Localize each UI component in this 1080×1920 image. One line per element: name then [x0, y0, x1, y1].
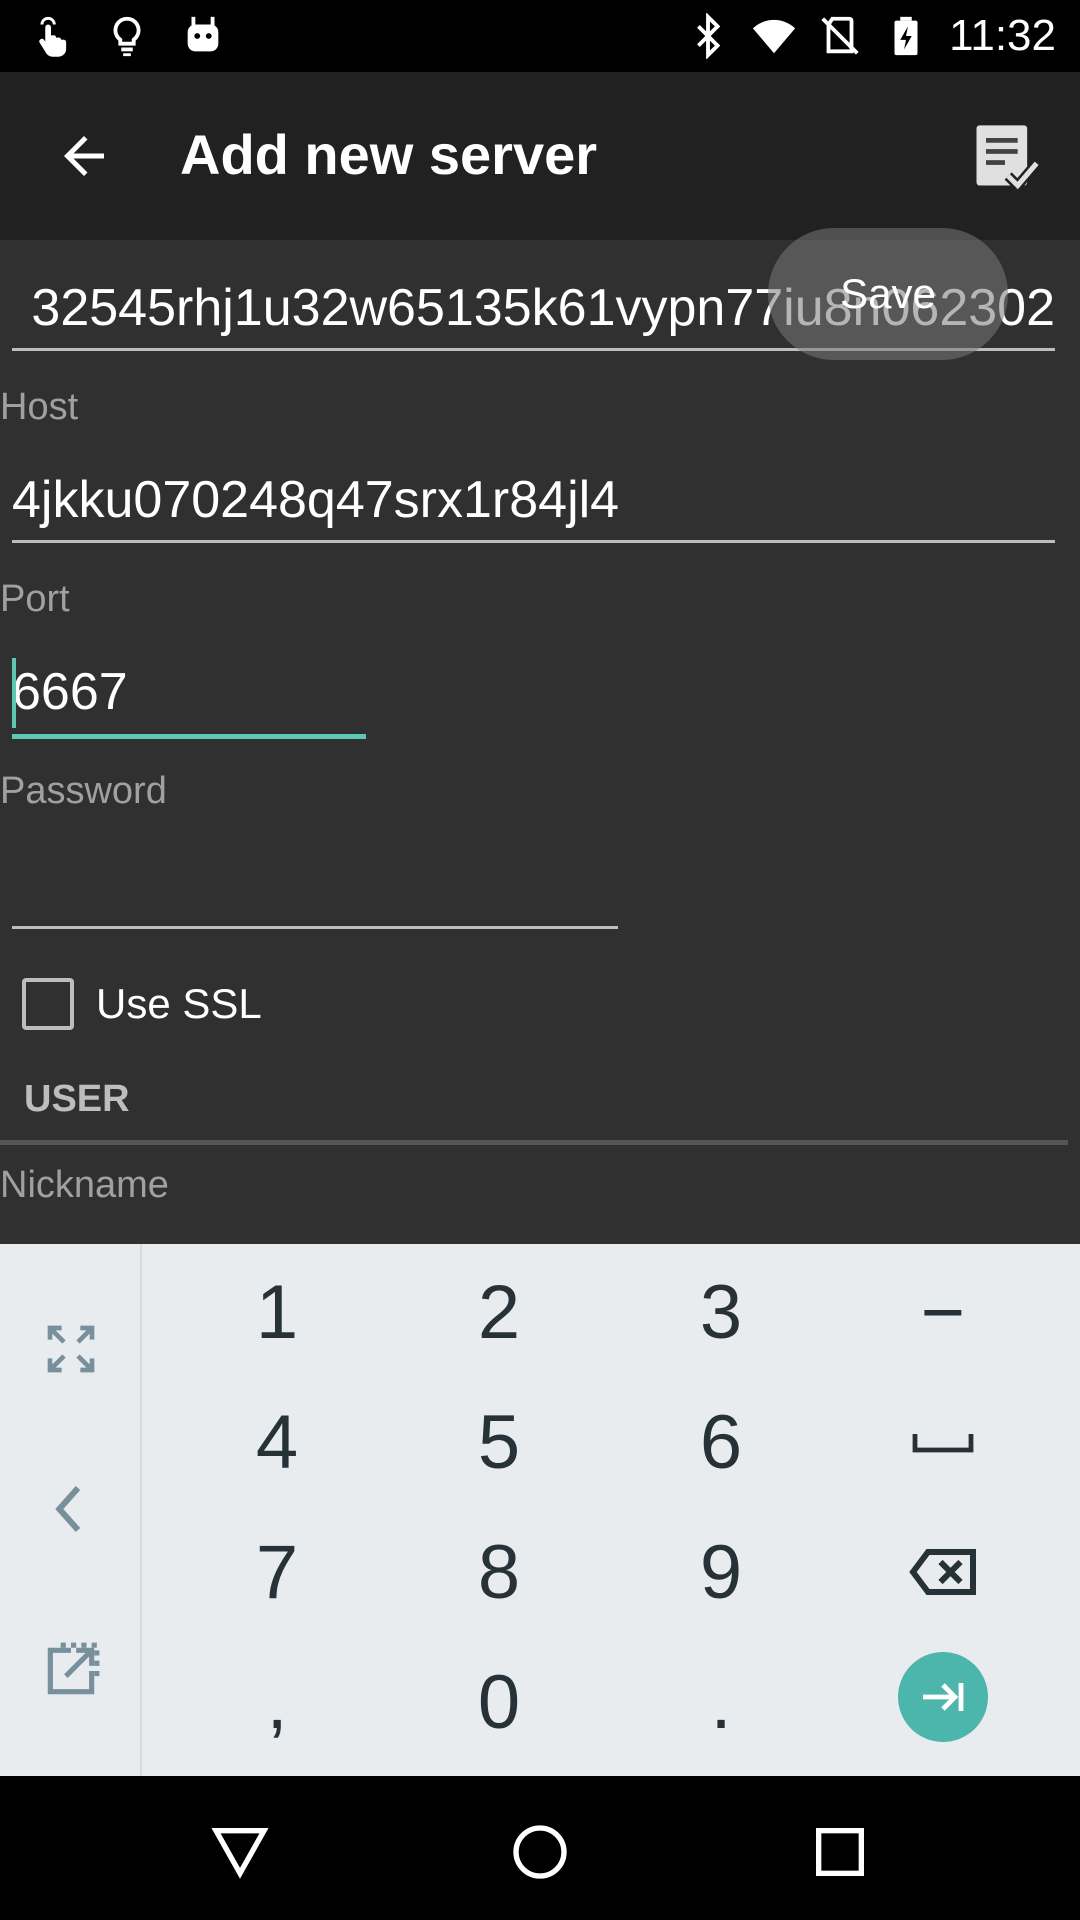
chevron-left-icon — [55, 1485, 81, 1533]
save-action-button[interactable] — [960, 112, 1050, 202]
password-input[interactable] — [12, 854, 618, 924]
key-next[interactable] — [898, 1652, 988, 1742]
home-circle-icon — [513, 1825, 567, 1879]
backspace-icon — [909, 1549, 976, 1595]
key-period[interactable]: . — [611, 1638, 831, 1766]
open-external-icon — [47, 1642, 100, 1695]
bluetooth-icon — [697, 13, 721, 59]
touch-icon — [39, 16, 67, 57]
space-icon — [912, 1434, 974, 1453]
host-label: Host — [0, 386, 79, 428]
numeric-keyboard: 1 2 3 − 4 5 6 7 8 9 , 0 . — [0, 1244, 1080, 1776]
password-label: Password — [0, 770, 167, 812]
key-7[interactable]: 7 — [167, 1508, 387, 1636]
action-bar: Add new server — [0, 72, 1080, 240]
port-input[interactable]: 6667 — [12, 662, 128, 722]
cursor-left-button[interactable] — [0, 1444, 142, 1574]
use-ssl-label[interactable]: Use SSL — [96, 980, 262, 1028]
user-section-header: USER — [24, 1078, 130, 1120]
nav-back-button[interactable] — [200, 1812, 280, 1892]
key-9[interactable]: 9 — [611, 1508, 831, 1636]
save-tooltip: Save — [768, 228, 1008, 360]
key-6[interactable]: 6 — [611, 1378, 831, 1506]
port-underline-focused — [12, 734, 366, 739]
expand-keyboard-button[interactable] — [0, 1284, 142, 1414]
port-label: Port — [0, 578, 70, 620]
page-title: Add new server — [180, 123, 598, 186]
text-cursor — [12, 658, 16, 728]
navigation-bar — [0, 1776, 1080, 1920]
nav-recents-button[interactable] — [800, 1812, 880, 1892]
key-8[interactable]: 8 — [389, 1508, 609, 1636]
key-4[interactable]: 4 — [167, 1378, 387, 1506]
key-5[interactable]: 5 — [389, 1378, 609, 1506]
lightbulb-icon — [113, 16, 141, 57]
key-0[interactable]: 0 — [389, 1638, 609, 1766]
key-minus[interactable]: − — [833, 1248, 1053, 1376]
nav-home-button[interactable] — [500, 1812, 580, 1892]
use-ssl-checkbox[interactable] — [22, 978, 74, 1030]
host-underline — [12, 540, 1055, 543]
expand-icon — [47, 1325, 95, 1373]
back-button[interactable] — [44, 116, 124, 196]
key-2[interactable]: 2 — [389, 1248, 609, 1376]
server-form: 32545rhj1u32w65135k61vypn77iu8n062302 Ho… — [0, 240, 1080, 1244]
section-divider — [0, 1140, 1068, 1145]
open-external-button[interactable] — [0, 1606, 142, 1736]
arrow-back-icon — [64, 136, 104, 176]
key-space[interactable] — [833, 1378, 1053, 1506]
key-backspace[interactable] — [833, 1508, 1053, 1636]
nickname-label: Nickname — [0, 1164, 169, 1206]
next-icon — [923, 1683, 964, 1711]
password-underline — [12, 926, 618, 929]
no-sim-icon — [821, 16, 859, 55]
clock: 11:32 — [949, 11, 1056, 60]
key-3[interactable]: 3 — [611, 1248, 831, 1376]
key-comma[interactable]: , — [167, 1638, 387, 1766]
battery-charging-icon — [894, 16, 918, 56]
host-input[interactable]: 4jkku070248q47srx1r84jl4 — [12, 470, 619, 530]
android-icon — [187, 16, 219, 52]
status-bar: 11:32 — [0, 0, 1080, 72]
recents-square-icon — [816, 1828, 864, 1876]
checklist-save-icon — [976, 125, 1041, 193]
keyboard-side-panel — [0, 1244, 142, 1776]
key-1[interactable]: 1 — [167, 1248, 387, 1376]
wifi-icon — [753, 19, 796, 54]
back-triangle-icon — [211, 1828, 269, 1879]
